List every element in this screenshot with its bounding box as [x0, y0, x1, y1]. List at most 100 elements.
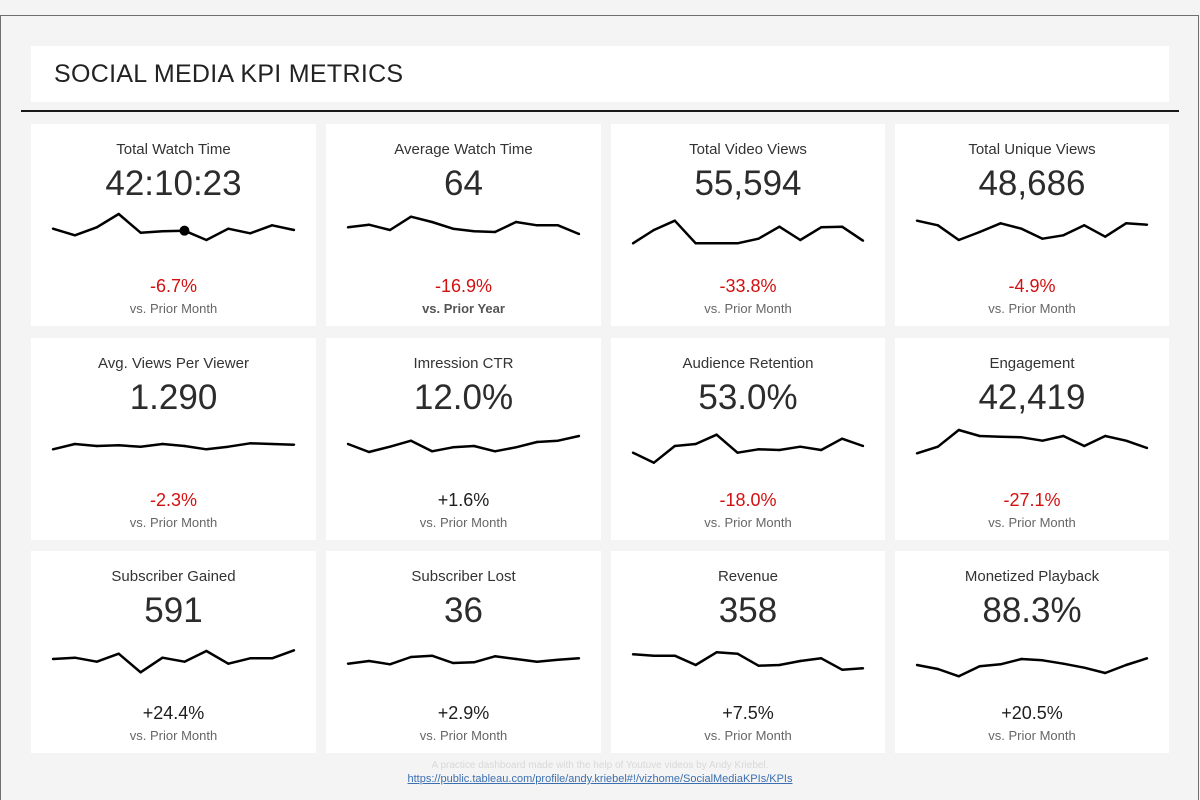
sparkline-point [631, 242, 635, 245]
sparkline-highlight-point[interactable] [179, 225, 190, 236]
sparkline-point [936, 667, 940, 671]
sparkline-point [799, 659, 802, 663]
sparkline-series [52, 212, 295, 242]
sparkline-point [819, 657, 823, 660]
kpi-change: -4.9% [1008, 276, 1056, 296]
sparkline-point [346, 226, 350, 229]
sparkline-point [451, 227, 455, 230]
sparkline-point [270, 442, 274, 446]
sparkline-point [346, 442, 350, 446]
sparkline-point [95, 444, 99, 448]
kpi-comparison: vs. Prior Month [419, 728, 508, 743]
kpi-comparison: vs. Prior Year [422, 301, 505, 316]
kpi-card-total-unique-views[interactable]: Total Unique Views 48,686 -4.9% vs. Prior M… [895, 124, 1169, 326]
footer-note: A practice dashboard made with the help … [431, 760, 769, 771]
sparkline-point [51, 448, 55, 451]
sparkline-point [1020, 227, 1023, 230]
sparkline-point [652, 228, 656, 232]
sparkline-point [270, 224, 274, 227]
sparkline-point [535, 660, 539, 663]
kpi-card-imression-ctr[interactable]: Imression CTR 12.0% +1.6% vs. Prior Month [326, 338, 601, 540]
kpi-change: -2.3% [149, 490, 198, 510]
footer-link[interactable]: https://public.tableau.com/profile/andy.… [0, 772, 1200, 786]
kpi-change: +1.6% [437, 490, 490, 510]
sparkline-point [514, 220, 518, 224]
kpi-card-monetized-playback[interactable]: Monetized Playback 88.3% +20.5% vs. Prior M… [895, 551, 1169, 753]
sparkline-point [861, 667, 865, 670]
sparkline-point [51, 227, 55, 230]
sparkline-point [978, 230, 981, 234]
sparkline-point [673, 654, 677, 657]
sparkline-point [1103, 434, 1107, 438]
kpi-change: -27.1% [1003, 490, 1061, 510]
title-bar: SOCIAL MEDIA KPI METRICS [31, 46, 1169, 102]
sparkline-point [388, 445, 392, 448]
sparkline-point [936, 445, 940, 448]
sparkline-point [736, 242, 739, 245]
sparkline-point [631, 653, 635, 656]
sparkline-point [117, 652, 120, 655]
sparkline-point [73, 442, 77, 446]
kpi-card-engagement[interactable]: Engagement 42,419 -27.1% vs. Prior Month [895, 338, 1169, 540]
sparkline-point [978, 665, 981, 668]
sparkline-point [861, 239, 865, 242]
sparkline-point [205, 448, 208, 451]
sparkline-point [1020, 436, 1023, 439]
kpi-card-subscriber-gained[interactable]: Subscriber Gained 591 +24.4% vs. Prior Mont… [31, 551, 316, 753]
kpi-change: +2.9% [437, 703, 490, 723]
sparkline-point [1124, 439, 1128, 442]
sparkline-series [52, 442, 295, 451]
sparkline-series [632, 219, 864, 245]
kpi-comparison: vs. Prior Month [988, 515, 1076, 530]
sparkline-point [73, 656, 77, 659]
sparkline-point [999, 663, 1002, 666]
sparkline-point [978, 434, 981, 438]
sparkline-point [957, 428, 961, 432]
sparkline-point [757, 664, 760, 667]
sparkline-point [1103, 671, 1107, 675]
sparkline-point [117, 212, 120, 216]
sparkline-point [139, 671, 142, 674]
kpi-card-total-video-views[interactable]: Total Video Views 55,594 -33.8% vs. Prior M… [611, 124, 885, 326]
sparkline-point [673, 444, 677, 448]
sparkline-series [632, 651, 864, 671]
kpi-card-total-watch-time[interactable]: Total Watch Time 42:10:23 -6.7% vs. Prior M… [31, 124, 316, 326]
kpi-card-average-watch-time[interactable]: Average Watch Time 64 -16.9% vs. Prior Year [326, 124, 601, 326]
sparkline-point [1062, 662, 1065, 665]
sparkline-point [409, 439, 413, 442]
kpi-comparison: vs. Prior Month [419, 515, 508, 530]
sparkline-point [514, 657, 518, 661]
sparkline-point [999, 222, 1002, 225]
sparkline-point [694, 442, 697, 446]
sparkline-point [1145, 657, 1149, 660]
sparkline-point [957, 675, 961, 678]
sparkline-point [736, 652, 739, 655]
kpi-comparison: vs. Prior Month [988, 301, 1076, 316]
sparkline-point [861, 444, 865, 448]
sparkline-point [715, 242, 718, 245]
sparkline-point [472, 230, 476, 233]
sparkline-point [1041, 237, 1044, 240]
sparkline-series [632, 433, 864, 464]
sparkline-point [819, 226, 823, 229]
sparkline-point [367, 450, 371, 454]
kpi-change: -18.0% [719, 490, 777, 510]
sparkline-series [916, 657, 1148, 678]
sparkline-point [227, 662, 230, 665]
sparkline-point [430, 450, 434, 453]
sparkline-point [292, 443, 296, 446]
kpi-card-avg-views-per-viewer[interactable]: Avg. Views Per Viewer 1.290 -2.3% vs. Prior… [31, 338, 316, 540]
sparkline-point [1041, 659, 1044, 662]
kpi-comparison: vs. Prior Month [129, 515, 218, 530]
sparkline-point [652, 461, 656, 464]
sparkline-point [248, 657, 252, 660]
sparkline-point [915, 452, 919, 455]
sparkline-point [1103, 235, 1107, 238]
sparkline-point [493, 450, 497, 453]
sparkline-point [95, 226, 99, 229]
sparkline-point [388, 663, 392, 666]
kpi-card-revenue[interactable]: Revenue 358 +7.5% vs. Prior Month [611, 551, 885, 753]
sparkline-point [957, 238, 961, 242]
kpi-card-audience-retention[interactable]: Audience Retention 53.0% -18.0% vs. Prior M… [611, 338, 885, 540]
kpi-card-subscriber-lost[interactable]: Subscriber Lost 36 +2.9% vs. Prior Month [326, 551, 601, 753]
